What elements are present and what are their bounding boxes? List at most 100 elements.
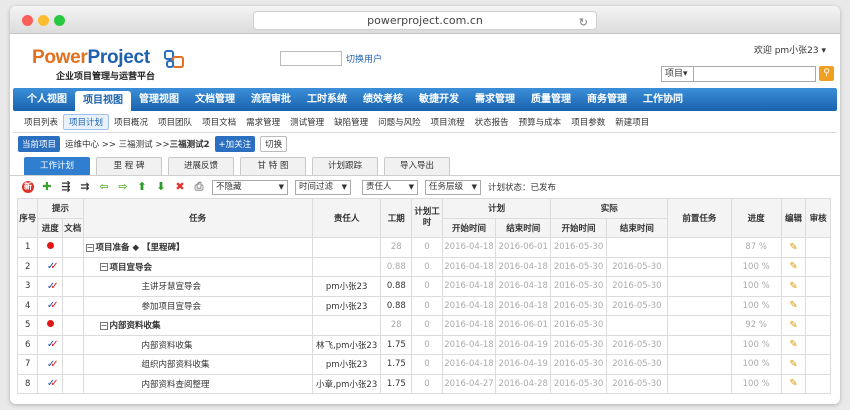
done-check-icon: ✓✓ xyxy=(46,300,59,312)
pencil-icon[interactable]: ✎ xyxy=(789,242,797,253)
pencil-icon[interactable]: ✎ xyxy=(789,261,797,272)
search-scope-select[interactable]: 项目▾ xyxy=(661,65,694,82)
add-icon[interactable]: ✚ xyxy=(41,181,53,193)
nav-item[interactable]: 文档管理 xyxy=(187,88,243,111)
collapse-toggle-icon[interactable]: − xyxy=(85,243,94,252)
move-down-icon[interactable]: ⬇ xyxy=(155,181,167,193)
task-cell[interactable]: − 项目宣导会 xyxy=(82,256,313,277)
content-tab[interactable]: 导入导出 xyxy=(384,157,450,175)
task-cell[interactable]: − 内部资料收集 xyxy=(82,315,313,336)
nav-item[interactable]: 管理视图 xyxy=(131,88,187,111)
subnav-item[interactable]: 项目列表 xyxy=(19,116,63,128)
indent-icon[interactable]: ⇨ xyxy=(117,181,129,193)
nav-item[interactable]: 工时系统 xyxy=(299,88,355,111)
subnav-item[interactable]: 项目计划 xyxy=(63,113,110,130)
switch-user-input[interactable] xyxy=(280,51,342,66)
nav-item[interactable]: 绩效考核 xyxy=(355,88,411,111)
content-tab[interactable]: 进展反馈 xyxy=(168,157,234,175)
nav-item[interactable]: 工作协同 xyxy=(635,88,691,111)
subnav-item[interactable]: 测试管理 xyxy=(285,116,329,128)
progress-cell: 87 % xyxy=(730,237,782,258)
switch-user-link[interactable]: 切换用户 xyxy=(346,52,382,65)
table-row[interactable]: 7 ✓✓ 组织内部资料收集 pm小张23 1.75 0 2016-04-18 2016-04-… xyxy=(16,354,831,375)
nav-item[interactable]: 项目视图 xyxy=(75,91,131,111)
content-tab[interactable]: 里 程 碑 xyxy=(96,157,162,175)
task-cell[interactable]: 组织内部资料收集 xyxy=(82,354,313,375)
print-icon[interactable]: ⎙ xyxy=(193,181,205,193)
subnav-item[interactable]: 项目概况 xyxy=(109,116,153,128)
table-row[interactable]: 8 ✓✓ 内部资料查阅整理 小章,pm小张23 1.75 0 2016-04-27 2016-… xyxy=(16,373,831,394)
pencil-icon[interactable]: ✎ xyxy=(789,378,797,389)
owner-filter-select[interactable]: 责任人 ▼ xyxy=(362,179,418,195)
progress-cell: 100 % xyxy=(730,354,782,375)
content-tab[interactable]: 甘 特 图 xyxy=(240,157,306,175)
task-name: 内部资料收集 xyxy=(109,321,161,332)
subnav-item[interactable]: 状态报告 xyxy=(470,116,514,128)
switch-project-button[interactable]: 切换 xyxy=(260,136,288,152)
follow-button[interactable]: +加关注 xyxy=(214,136,256,152)
level-filter-select[interactable]: 任务层级 ▼ xyxy=(425,179,481,195)
nav-item[interactable]: 敏捷开发 xyxy=(411,88,467,111)
subnav-item[interactable]: 缺陷管理 xyxy=(329,116,373,128)
reload-icon[interactable]: ↻ xyxy=(579,14,588,31)
time-filter-select[interactable]: 时间过滤 ▼ xyxy=(295,179,351,195)
table-row[interactable]: 1 − 项目准备 ◆ 【里程碑】 28 0 2016-04-18 2016-06-01 201… xyxy=(16,237,831,258)
nav-item[interactable]: 流程审批 xyxy=(243,88,299,111)
pencil-icon[interactable]: ✎ xyxy=(789,281,797,292)
minimize-window-button[interactable] xyxy=(38,15,49,26)
nav-item[interactable]: 需求管理 xyxy=(467,88,523,111)
col-owner: 责任人 xyxy=(311,198,382,238)
task-cell[interactable]: 内部资料收集 xyxy=(82,334,313,355)
subnav-item[interactable]: 预算与成本 xyxy=(514,116,567,128)
address-bar[interactable]: powerproject.com.cn ↻ xyxy=(253,11,597,30)
review-cell xyxy=(805,237,831,258)
close-window-button[interactable] xyxy=(22,15,33,26)
task-cell[interactable]: 主讲牙慧宣导会 xyxy=(82,276,313,297)
breadcrumb-path[interactable]: 运维中心 >> 三福测试 >> xyxy=(65,138,170,150)
period-cell: 0.88 xyxy=(380,295,413,316)
insert-sibling-icon[interactable]: ⇉ xyxy=(79,181,91,193)
pencil-icon[interactable]: ✎ xyxy=(789,359,797,370)
subnav-item[interactable]: 项目流程 xyxy=(426,116,470,128)
delete-icon[interactable]: ✖ xyxy=(174,181,186,193)
subnav-item[interactable]: 项目参数 xyxy=(566,116,610,128)
task-cell[interactable]: − 项目准备 ◆ 【里程碑】 xyxy=(82,237,313,258)
subnav-item[interactable]: 项目文档 xyxy=(197,116,241,128)
nav-item[interactable]: 质量管理 xyxy=(523,88,579,111)
pencil-icon[interactable]: ✎ xyxy=(789,320,797,331)
table-row[interactable]: 3 ✓✓ 主讲牙慧宣导会 pm小张23 0.88 0 2016-04-18 2016-04-1… xyxy=(16,276,831,297)
table-row[interactable]: 4 ✓✓ 参加项目宣导会 pm小张23 0.88 0 2016-04-18 2016-04-1… xyxy=(16,295,831,316)
search-input[interactable] xyxy=(694,65,816,82)
subnav-item[interactable]: 需求管理 xyxy=(241,116,285,128)
row-seq: 6 xyxy=(16,334,39,355)
review-cell xyxy=(805,373,831,394)
outdent-icon[interactable]: ⇦ xyxy=(98,181,110,193)
actual-start-cell: 2016-05-30 xyxy=(550,334,607,355)
nav-item[interactable]: 商务管理 xyxy=(579,88,635,111)
subnav-item[interactable]: 项目团队 xyxy=(153,116,197,128)
col-doc-hint: 文档 xyxy=(62,217,84,238)
subnav-item[interactable]: 新建项目 xyxy=(610,116,654,128)
task-cell[interactable]: 内部资料查阅整理 xyxy=(82,373,313,394)
table-row[interactable]: 6 ✓✓ 内部资料收集 林飞,pm小张23 1.75 0 2016-04-18 2016-04… xyxy=(16,334,831,355)
nav-item[interactable]: 个人视图 xyxy=(19,88,75,111)
table-row[interactable]: 5 − 内部资料收集 28 0 2016-04-18 2016-06-01 2016-05-3… xyxy=(16,315,831,336)
collapse-toggle-icon[interactable]: − xyxy=(99,321,108,330)
new-icon[interactable]: 新 xyxy=(22,181,34,193)
subnav-item[interactable]: 问题与风险 xyxy=(373,116,426,128)
hide-filter-select[interactable]: 不隐藏 ▼ xyxy=(212,179,288,195)
sub-nav: 项目列表 项目计划 项目概况 项目团队 项目文档 需求管理 测试管理 缺陷管理 问题与风险 项目流… xyxy=(13,111,837,133)
pencil-icon[interactable]: ✎ xyxy=(789,300,797,311)
move-up-icon[interactable]: ⬆ xyxy=(136,181,148,193)
content-tab[interactable]: 工作计划 xyxy=(24,157,90,175)
search-icon[interactable]: ⚲ xyxy=(819,66,834,81)
content-tab[interactable]: 计划跟踪 xyxy=(312,157,378,175)
insert-child-icon[interactable]: ⇶ xyxy=(60,181,72,193)
zoom-window-button[interactable] xyxy=(54,15,65,26)
pencil-icon[interactable]: ✎ xyxy=(789,339,797,350)
welcome-user-menu[interactable]: 欢迎 pm小张23 ▾ xyxy=(754,43,826,56)
collapse-toggle-icon[interactable]: − xyxy=(99,263,108,272)
table-row[interactable]: 2 ✓✓ − 项目宣导会 0.88 0 2016-04-18 2016-04-18 2016-0… xyxy=(16,256,831,277)
current-project-label: 当前项目 xyxy=(18,136,61,152)
task-cell[interactable]: 参加项目宣导会 xyxy=(82,295,313,316)
